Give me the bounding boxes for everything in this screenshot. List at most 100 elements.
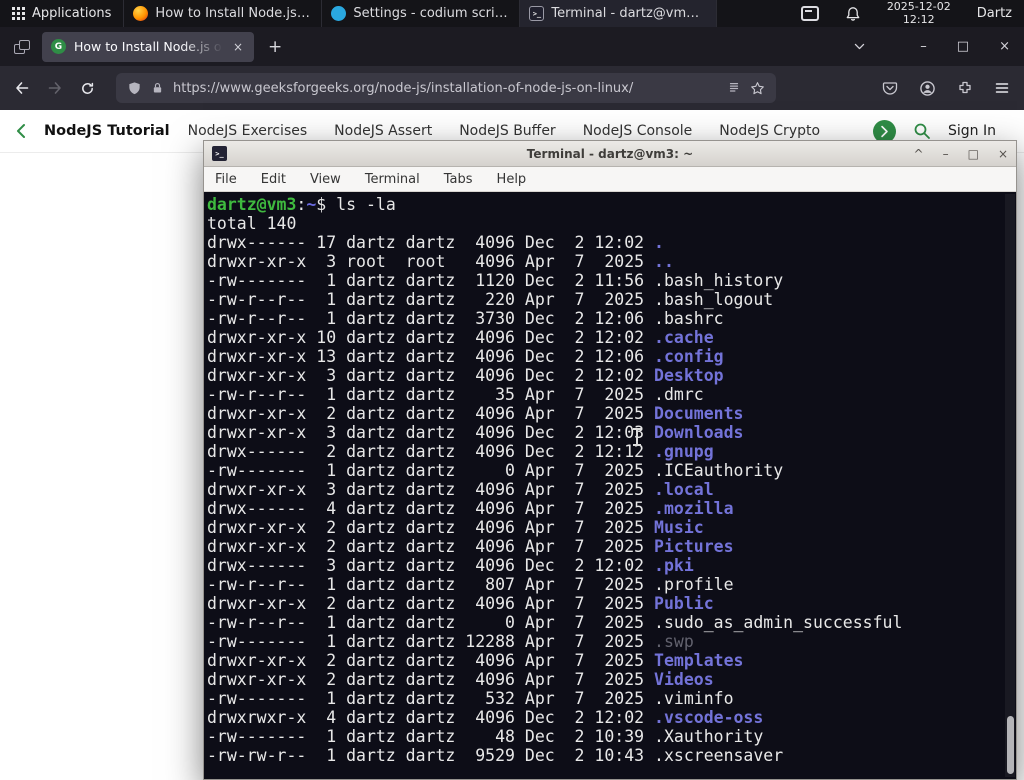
menu-view[interactable]: View — [310, 172, 341, 187]
file-name: .mozilla — [654, 499, 733, 518]
window-close-button[interactable]: × — [999, 40, 1010, 53]
total-line: total 140 — [207, 214, 1016, 233]
terminal-shade-button[interactable]: ^ — [914, 147, 924, 161]
lock-icon[interactable] — [151, 81, 164, 95]
file-meta: drwxrwxr-x 4 dartz dartz 4096 Dec 2 12:0… — [207, 708, 654, 727]
file-name: .config — [654, 347, 724, 366]
terminal-maximize-button[interactable]: □ — [968, 147, 979, 161]
account-icon[interactable] — [919, 80, 936, 97]
terminal-menubar: File Edit View Terminal Tabs Help — [204, 167, 1016, 192]
extensions-icon[interactable] — [957, 80, 973, 96]
terminal-line: -rw-r--r-- 1 dartz dartz 3730 Dec 2 12:0… — [207, 309, 1016, 328]
reader-view-icon[interactable] — [727, 81, 741, 95]
terminal-line: -rw------- 1 dartz dartz 12288 Apr 7 202… — [207, 632, 1016, 651]
file-name: .vscode-oss — [654, 708, 763, 727]
window-minimize-button[interactable]: – — [920, 40, 927, 53]
terminal-line: drwxr-xr-x 13 dartz dartz 4096 Dec 2 12:… — [207, 347, 1016, 366]
file-name: .local — [654, 480, 714, 499]
bell-icon[interactable] — [845, 6, 861, 22]
file-name: .swp — [654, 632, 694, 651]
file-name: Public — [654, 594, 714, 613]
file-meta: drwxr-xr-x 2 dartz dartz 4096 Apr 7 2025 — [207, 670, 654, 689]
file-meta: -rw-r--r-- 1 dartz dartz 807 Apr 7 2025 — [207, 575, 654, 594]
file-meta: drwxr-xr-x 3 dartz dartz 4096 Apr 7 2025 — [207, 480, 654, 499]
file-name: .Xauthority — [654, 727, 763, 746]
file-name: .pki — [654, 556, 694, 575]
terminal-line: drwxr-xr-x 3 dartz dartz 4096 Dec 2 12:0… — [207, 366, 1016, 385]
prompt-line: dartz@vm3:~$ ls -la — [207, 195, 1016, 214]
taskbar-item-label: Settings - codium script... — [353, 6, 510, 21]
terminal-line: -rw-r--r-- 1 dartz dartz 35 Apr 7 2025 .… — [207, 385, 1016, 404]
file-name: .gnupg — [654, 442, 714, 461]
back-button[interactable] — [14, 80, 30, 96]
nav-primary-link[interactable]: NodeJS Tutorial — [44, 123, 170, 139]
file-name: .viminfo — [654, 689, 733, 708]
taskbar-item[interactable]: Settings - codium script... — [321, 0, 519, 27]
applications-menu[interactable]: Applications — [0, 0, 123, 27]
file-meta: drwxr-xr-x 2 dartz dartz 4096 Apr 7 2025 — [207, 404, 654, 423]
file-name: .. — [654, 252, 674, 271]
terminal-minimize-button[interactable]: – — [943, 147, 949, 161]
forward-button[interactable] — [47, 80, 63, 96]
taskbar-item[interactable]: How to Install Node.js o... — [123, 0, 321, 27]
terminal-scrollbar-thumb[interactable] — [1007, 716, 1014, 774]
url-bar[interactable]: https://www.geeksforgeeks.org/node-js/in… — [116, 73, 776, 103]
site-nav-link[interactable]: NodeJS Exercises — [188, 123, 308, 139]
terminal-app-icon: >_ — [212, 146, 227, 161]
firefox-icon — [133, 6, 148, 21]
nav-prev-chevron-icon[interactable] — [16, 123, 26, 139]
sign-in-button[interactable]: Sign In — [948, 123, 996, 139]
mouse-cursor — [636, 429, 638, 445]
firefox-view-icon[interactable] — [14, 40, 30, 54]
file-meta: drwxr-xr-x 13 dartz dartz 4096 Dec 2 12:… — [207, 347, 654, 366]
toolbar-right — [882, 80, 1010, 97]
terminal-line: drwxr-xr-x 10 dartz dartz 4096 Dec 2 12:… — [207, 328, 1016, 347]
new-tab-button[interactable]: + — [268, 37, 282, 57]
prompt-colon: : — [296, 195, 306, 214]
window-maximize-button[interactable]: □ — [957, 40, 969, 53]
file-meta: -rw-r--r-- 1 dartz dartz 220 Apr 7 2025 — [207, 290, 654, 309]
file-name: .bashrc — [654, 309, 724, 328]
terminal-title: Terminal - dartz@vm3: ~ — [204, 147, 1016, 161]
user-label[interactable]: Dartz — [977, 6, 1012, 21]
url-text: https://www.geeksforgeeks.org/node-js/in… — [173, 81, 718, 96]
pocket-icon[interactable] — [882, 80, 898, 96]
terminal-line: drwx------ 3 dartz dartz 4096 Dec 2 12:0… — [207, 556, 1016, 575]
tab-list-chevron-icon[interactable] — [853, 40, 866, 53]
browser-tab[interactable]: G How to Install Node.js on × — [42, 32, 254, 62]
menu-terminal[interactable]: Terminal — [365, 172, 420, 187]
tracking-shield-icon[interactable] — [127, 81, 142, 96]
site-nav-link[interactable]: NodeJS Crypto — [719, 123, 820, 139]
menu-help[interactable]: Help — [497, 172, 527, 187]
menu-edit[interactable]: Edit — [261, 172, 286, 187]
geeksforgeeks-favicon-icon: G — [51, 39, 66, 54]
clock[interactable]: 2025-12-02 12:12 — [887, 1, 951, 26]
terminal-line: -rw------- 1 dartz dartz 532 Apr 7 2025 … — [207, 689, 1016, 708]
terminal-titlebar[interactable]: >_ Terminal - dartz@vm3: ~ ^ – □ × — [204, 141, 1016, 167]
file-name: .profile — [654, 575, 733, 594]
terminal-line: -rw-rw-r-- 1 dartz dartz 9529 Dec 2 10:4… — [207, 746, 1016, 765]
taskbar-item-label: Terminal - dartz@vm3: ~ — [551, 6, 707, 21]
applications-grid-icon — [12, 7, 25, 20]
menu-tabs[interactable]: Tabs — [444, 172, 473, 187]
menu-icon[interactable] — [994, 80, 1010, 96]
tab-close-icon[interactable]: × — [231, 40, 245, 54]
terminal-body[interactable]: dartz@vm3:~$ ls -la total 140 drwx------… — [204, 192, 1016, 779]
file-name: Desktop — [654, 366, 724, 385]
taskbar-item-label: How to Install Node.js o... — [155, 6, 312, 21]
terminal-window-buttons: ^ – □ × — [914, 147, 1008, 161]
tray-terminal-icon[interactable] — [801, 6, 819, 21]
reload-button[interactable] — [80, 81, 95, 96]
file-name: Documents — [654, 404, 743, 423]
bookmark-star-icon[interactable] — [750, 81, 765, 96]
taskbar-item[interactable]: >_Terminal - dartz@vm3: ~ — [519, 0, 717, 27]
search-icon[interactable] — [913, 122, 931, 140]
file-meta: drwx------ 2 dartz dartz 4096 Dec 2 12:1… — [207, 442, 654, 461]
site-nav-link[interactable]: NodeJS Assert — [334, 123, 432, 139]
menu-file[interactable]: File — [215, 172, 237, 187]
site-nav-link[interactable]: NodeJS Buffer — [459, 123, 556, 139]
site-nav-link[interactable]: NodeJS Console — [583, 123, 693, 139]
terminal-scrollbar[interactable] — [1005, 194, 1015, 777]
terminal-close-button[interactable]: × — [998, 147, 1008, 161]
file-meta: -rw------- 1 dartz dartz 1120 Dec 2 11:5… — [207, 271, 654, 290]
